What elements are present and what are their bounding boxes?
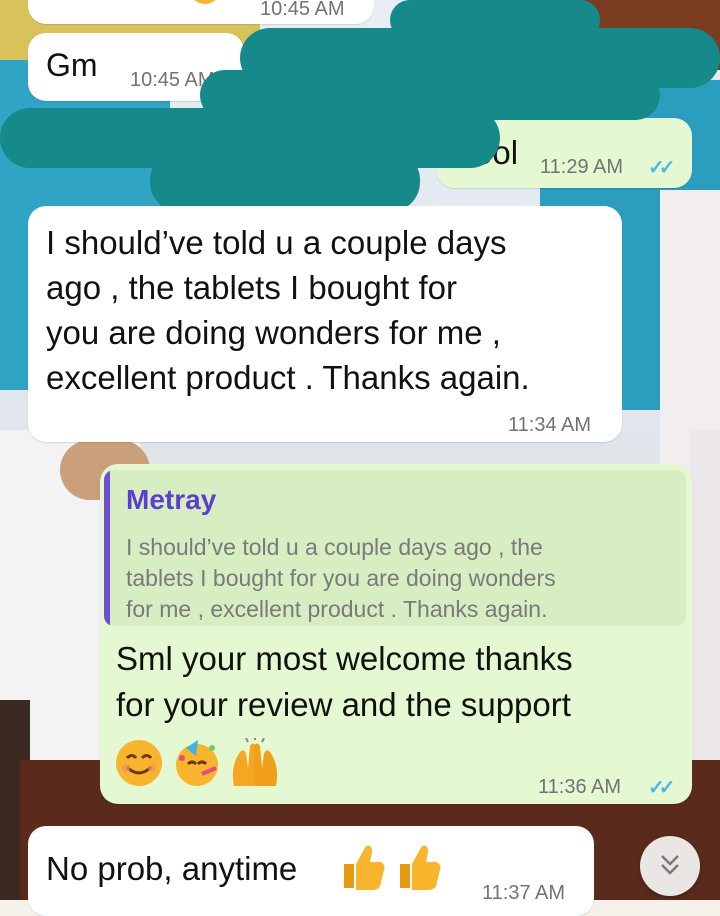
raising-hands-icon [228, 736, 282, 793]
message-bubble-outgoing[interactable]: Metray I should’ve told u a couple days … [100, 464, 692, 804]
reply-quote[interactable]: Metray I should’ve told u a couple days … [104, 470, 686, 626]
reply-quote-author: Metray [126, 484, 217, 515]
message-text: No prob, anytime [46, 850, 298, 887]
thumbs-up-icon [340, 842, 386, 895]
reply-quote-line: for me , excellent product . Thanks agai… [126, 596, 548, 622]
message-time: 11:37 AM [482, 882, 566, 904]
emoji-icon [188, 0, 222, 11]
reply-quote-line: tablets I bought for you are doing wonde… [126, 565, 556, 591]
message-text-line: excellent product . Thanks again. [46, 359, 530, 396]
message-text-line: for your review and the support [116, 686, 571, 723]
thumbs-up-icon [396, 842, 442, 895]
message-bubble-incoming[interactable]: No prob, anytime 11:37 AM [28, 826, 594, 916]
message-text: Gm [46, 47, 98, 83]
message-text-line: you are doing wonders for me , [46, 314, 501, 351]
message-time: 11:34 AM [508, 414, 592, 436]
read-receipt-icon: ✓✓ [648, 777, 675, 799]
message-time: 11:36 AM [538, 776, 622, 798]
read-receipt-icon: ✓✓ [648, 157, 675, 179]
message-bubble-incoming[interactable]: I should’ve told u a couple days ago , t… [28, 206, 622, 442]
message-text-line: Sml your most welcome thanks [116, 640, 573, 677]
scroll-to-bottom-button[interactable] [640, 836, 700, 896]
reply-quote-line: I should’ve told u a couple days ago , t… [126, 534, 543, 560]
smiling-face-icon [114, 738, 164, 793]
double-chevron-down-icon [658, 852, 682, 883]
message-text-line: ago , the tablets I bought for [46, 269, 457, 306]
partying-face-icon [172, 738, 222, 793]
message-time: 10:45 AM [260, 0, 345, 20]
reply-quote-bar [104, 470, 110, 626]
message-text-line: I should’ve told u a couple days [46, 224, 507, 261]
message-time: 11:29 AM [540, 156, 624, 178]
message-bubble-incoming[interactable]: 10:45 AM [28, 0, 374, 24]
